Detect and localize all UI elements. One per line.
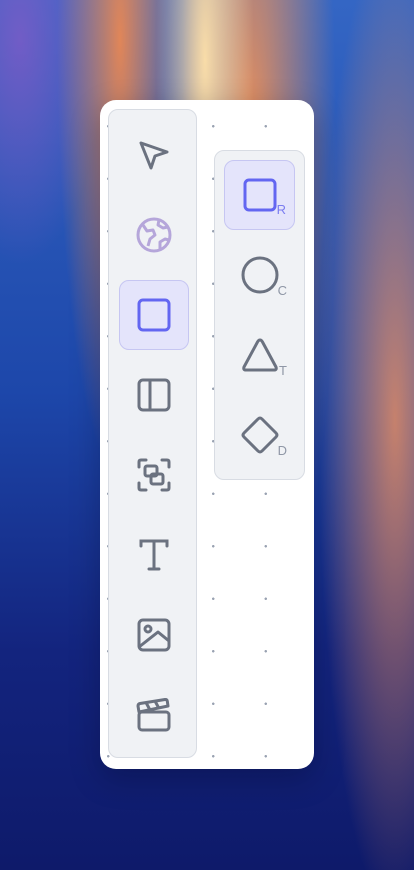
shortcut-key-label: C <box>277 283 287 298</box>
globe-tool-button[interactable] <box>119 200 189 270</box>
group-tool-button[interactable] <box>119 440 189 510</box>
circle-shape-button[interactable]: C <box>224 240 295 310</box>
shortcut-key-label: R <box>276 202 286 217</box>
triangle-icon <box>240 336 280 374</box>
shapes-submenu: R C T D <box>214 150 305 480</box>
image-icon <box>136 617 172 653</box>
square-icon <box>242 177 278 213</box>
frame-tool-button[interactable] <box>119 360 189 430</box>
text-t-icon <box>136 537 172 573</box>
globe-icon <box>135 216 173 254</box>
square-icon <box>136 297 172 333</box>
select-tool-button[interactable] <box>119 120 189 190</box>
diamond-icon <box>240 415 280 455</box>
circle-icon <box>240 255 280 295</box>
clapperboard-icon <box>136 697 172 733</box>
shortcut-key-label: T <box>279 363 287 378</box>
rectangle-shape-button[interactable]: R <box>224 160 295 230</box>
pointer-arrow-icon <box>136 137 172 173</box>
tool-sidebar <box>108 109 197 758</box>
image-tool-button[interactable] <box>119 600 189 670</box>
shapes-tool-button[interactable] <box>119 280 189 350</box>
media-tool-button[interactable] <box>119 680 189 750</box>
diamond-shape-button[interactable]: D <box>224 400 295 470</box>
text-tool-button[interactable] <box>119 520 189 590</box>
triangle-shape-button[interactable]: T <box>224 320 295 390</box>
shortcut-key-label: D <box>277 443 287 458</box>
sidebar-panel-icon <box>136 377 172 413</box>
group-selection-icon <box>136 457 172 493</box>
